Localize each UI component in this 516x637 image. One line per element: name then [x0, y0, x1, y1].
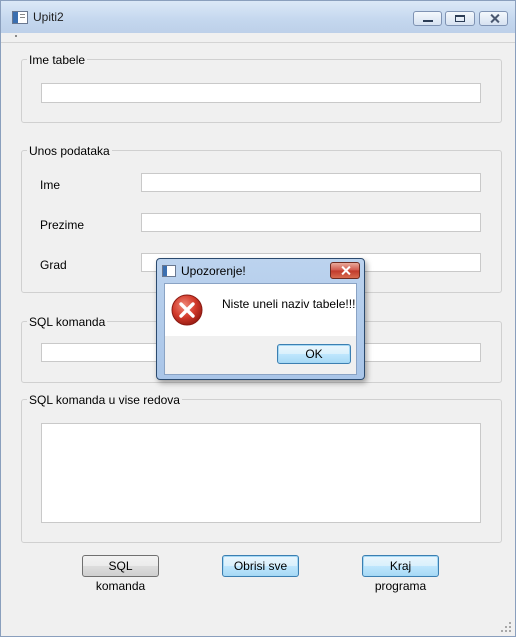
- ok-button[interactable]: OK: [277, 344, 351, 364]
- data-entry-group-title: Unos podataka: [27, 144, 112, 158]
- error-icon: [171, 294, 203, 326]
- exit-program-button[interactable]: Kraj programa: [362, 555, 439, 593]
- table-name-input[interactable]: [41, 83, 481, 103]
- warning-dialog: Upozorenje! Niste uneli naziv tabele!!! …: [156, 258, 365, 380]
- last-name-label: Prezime: [40, 218, 85, 232]
- table-name-group-title: Ime tabele: [27, 53, 88, 67]
- maximize-button[interactable]: [445, 11, 475, 26]
- city-label: Grad: [40, 258, 67, 272]
- menu-bar-handle: [15, 35, 17, 37]
- dialog-close-button[interactable]: [330, 262, 360, 279]
- first-name-input[interactable]: [141, 173, 481, 192]
- dialog-body: Niste uneli naziv tabele!!! OK: [164, 283, 357, 375]
- resize-grip-icon[interactable]: [501, 622, 511, 632]
- maximize-icon: [455, 15, 465, 22]
- dialog-app-icon: [162, 265, 176, 277]
- title-bar[interactable]: Upiti2: [1, 1, 515, 33]
- dialog-content: Niste uneli naziv tabele!!!: [165, 284, 356, 336]
- last-name-input[interactable]: [141, 213, 481, 232]
- sql-multiline-textarea[interactable]: [41, 423, 481, 523]
- app-window-icon: [12, 11, 28, 24]
- close-icon: [489, 12, 500, 25]
- dialog-message: Niste uneli naziv tabele!!!: [222, 297, 356, 311]
- minimize-button[interactable]: [413, 11, 442, 26]
- sql-multiline-group-title: SQL komanda u vise redova: [27, 393, 182, 407]
- sql-command-button[interactable]: SQL komanda: [82, 555, 159, 593]
- clear-all-button[interactable]: Obrisi sve: [222, 555, 299, 577]
- dialog-title: Upozorenje!: [181, 264, 246, 278]
- sql-command-group-title: SQL komanda: [27, 315, 108, 329]
- first-name-label: Ime: [40, 178, 61, 192]
- menu-bar: [1, 33, 515, 43]
- close-icon: [340, 264, 351, 277]
- close-button[interactable]: [479, 11, 508, 26]
- window-title: Upiti2: [33, 10, 64, 24]
- minimize-icon: [423, 20, 433, 22]
